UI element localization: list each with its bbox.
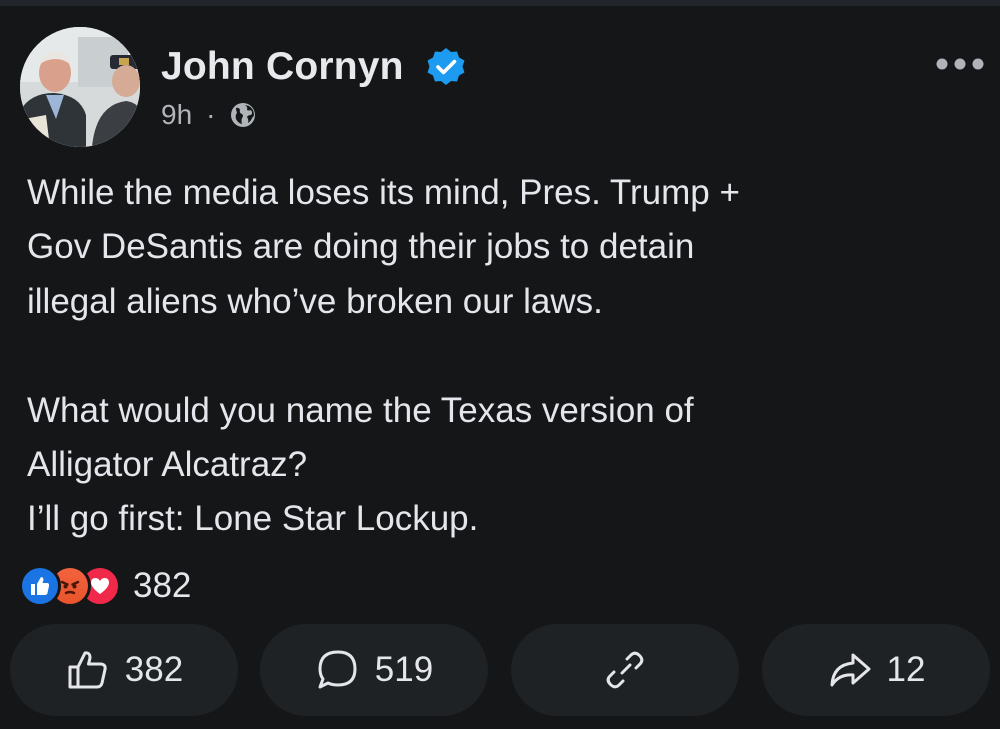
action-bar: 382 519 12 bbox=[10, 624, 990, 716]
link-icon bbox=[606, 651, 644, 689]
post-time[interactable]: 9h bbox=[161, 99, 192, 131]
verified-badge-icon bbox=[427, 48, 465, 85]
reaction-summary[interactable]: 382 bbox=[19, 562, 191, 610]
post-text: While the media loses its mind, Pres. Tr… bbox=[27, 166, 977, 547]
post-text-line: While the media loses its mind, Pres. Tr… bbox=[27, 173, 740, 212]
thumbs-up-icon bbox=[68, 651, 107, 689]
more-options-button[interactable] bbox=[932, 48, 988, 80]
comment-button[interactable]: 519 bbox=[260, 624, 488, 716]
share-button[interactable]: 12 bbox=[762, 624, 990, 716]
post-meta: 9h · bbox=[161, 95, 259, 135]
post-text-line: I’ll go first: Lone Star Lockup. bbox=[27, 499, 479, 539]
post-text-line: illegal aliens who’ve broken our laws. bbox=[27, 281, 603, 321]
top-divider bbox=[0, 0, 1000, 6]
post-text-line: What would you name the Texas version of bbox=[27, 390, 694, 430]
reaction-count: 382 bbox=[133, 566, 192, 605]
post-card: John Cornyn 9h · While the media loses i… bbox=[0, 0, 1000, 729]
like-count: 382 bbox=[124, 650, 184, 689]
avatar[interactable] bbox=[20, 27, 140, 147]
meta-separator: · bbox=[206, 99, 216, 130]
globe-icon[interactable] bbox=[227, 99, 259, 131]
copy-link-button[interactable] bbox=[511, 624, 739, 716]
post-text-line: Gov DeSantis are doing their jobs to det… bbox=[27, 227, 695, 267]
like-reaction-icon bbox=[19, 565, 61, 607]
share-arrow-icon bbox=[830, 653, 871, 687]
share-count: 12 bbox=[886, 650, 926, 689]
more-dots-icon bbox=[936, 58, 984, 70]
author-name[interactable]: John Cornyn bbox=[161, 44, 404, 90]
comment-count: 519 bbox=[374, 650, 434, 689]
comment-bubble-icon bbox=[318, 650, 357, 689]
post-text-line: Alligator Alcatraz? bbox=[27, 445, 308, 485]
like-button[interactable]: 382 bbox=[10, 624, 238, 716]
